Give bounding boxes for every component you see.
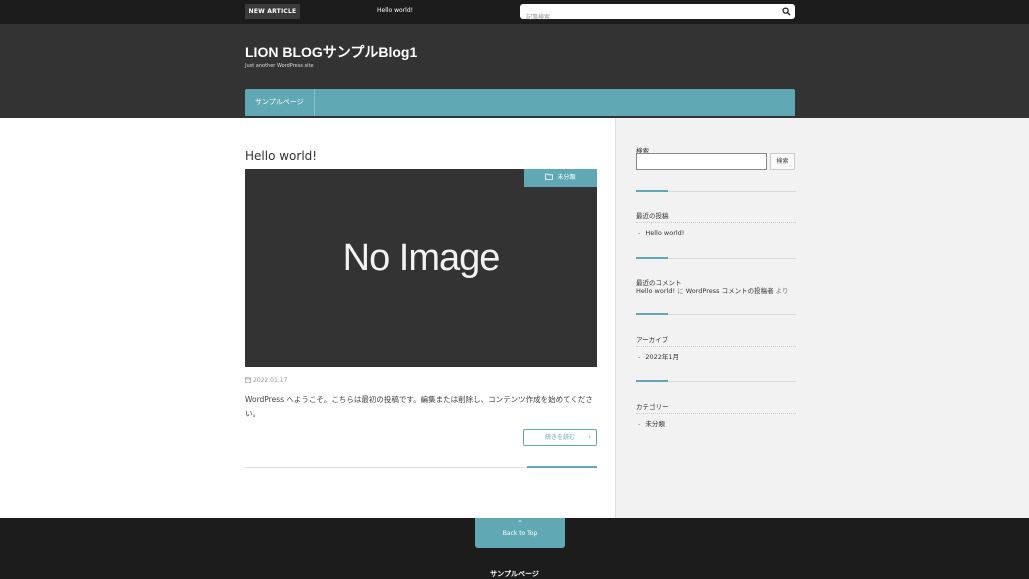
post-divider-accent — [527, 466, 597, 468]
back-to-top-button[interactable]: ^ Back to Top — [475, 518, 565, 548]
recent-post-label: Hello world! — [645, 229, 685, 237]
post-date-text: 2022.01.17 — [253, 377, 288, 384]
recent-comment-post-link[interactable]: Hello world! — [636, 287, 675, 295]
category-badge-label: 未分類 — [557, 174, 576, 181]
categories-title: カテゴリー — [636, 401, 796, 414]
post-excerpt: WordPress へようこそ。こちらは最初の投稿です。編集または削除し、コンテ… — [245, 395, 593, 418]
bullet: - — [638, 353, 641, 361]
site-header: LION BLOGサンプルBlog1 Just another WordPres… — [0, 24, 1029, 118]
folder-icon — [545, 173, 554, 180]
sidebar-search-input[interactable] — [636, 153, 767, 170]
site-description: Just another WordPress site — [245, 63, 314, 69]
recent-comment-author: WordPress コメントの投稿者 — [685, 287, 774, 295]
site-footer: ^ Back to Top サンプルページ — [0, 518, 1029, 579]
sidebar-search-button[interactable]: 検索 — [770, 153, 795, 170]
recent-comment-mid: に — [675, 287, 686, 295]
calendar-icon — [244, 377, 252, 384]
new-article-label: NEW ARTICLE — [245, 4, 300, 19]
sidebar: 検索 検索 最近の投稿 - Hello world! 最近のコメント Hello … — [615, 118, 1029, 518]
post-thumbnail[interactable]: No Image 未分類 — [245, 169, 597, 367]
archive-label: 2022年1月 — [645, 353, 680, 361]
new-article-link[interactable]: Hello world! — [377, 7, 413, 14]
no-image-text: No Image — [342, 237, 501, 279]
chevron-right-icon: › — [588, 433, 591, 441]
nav-item-sample-page[interactable]: サンプルページ — [245, 89, 315, 116]
recent-posts-title: 最近の投稿 — [636, 210, 796, 223]
category-item[interactable]: - 未分類 — [638, 418, 665, 428]
archives-title: アーカイブ — [636, 334, 796, 347]
global-nav: サンプルページ — [245, 89, 795, 116]
top-bar: NEW ARTICLE Hello world! — [0, 0, 1029, 25]
top-search-box — [520, 4, 795, 25]
post-title[interactable]: Hello world! — [245, 149, 317, 163]
read-more-label: 続きを読む — [544, 434, 575, 441]
search-icon[interactable] — [782, 7, 791, 16]
widget-divider — [636, 257, 796, 259]
footer-nav-sample-page[interactable]: サンプルページ — [0, 569, 1029, 579]
bullet: - — [638, 229, 641, 237]
recent-comment-item: Hello world! に WordPress コメントの投稿者 より — [636, 285, 789, 295]
top-search-input[interactable] — [520, 10, 770, 25]
widget-divider — [636, 190, 796, 192]
widget-divider — [636, 380, 796, 382]
category-label: 未分類 — [645, 420, 665, 428]
back-to-top-label: Back to Top — [502, 530, 538, 537]
read-more-button[interactable]: 続きを読む › — [523, 429, 597, 446]
recent-post-item[interactable]: - Hello world! — [638, 229, 684, 237]
recent-comment-tail: より — [773, 287, 789, 295]
widget-divider — [636, 313, 796, 315]
archive-item[interactable]: -2022年1月 — [638, 351, 679, 361]
main-content: Hello world! No Image 未分類 2022.01.17 Wor… — [0, 118, 615, 518]
bullet: - — [638, 420, 641, 428]
chevron-up-icon: ^ — [517, 520, 523, 527]
site-title[interactable]: LION BLOGサンプルBlog1 — [245, 42, 417, 62]
post-date: 2022.01.17 — [244, 377, 288, 384]
category-badge[interactable]: 未分類 — [524, 169, 597, 187]
